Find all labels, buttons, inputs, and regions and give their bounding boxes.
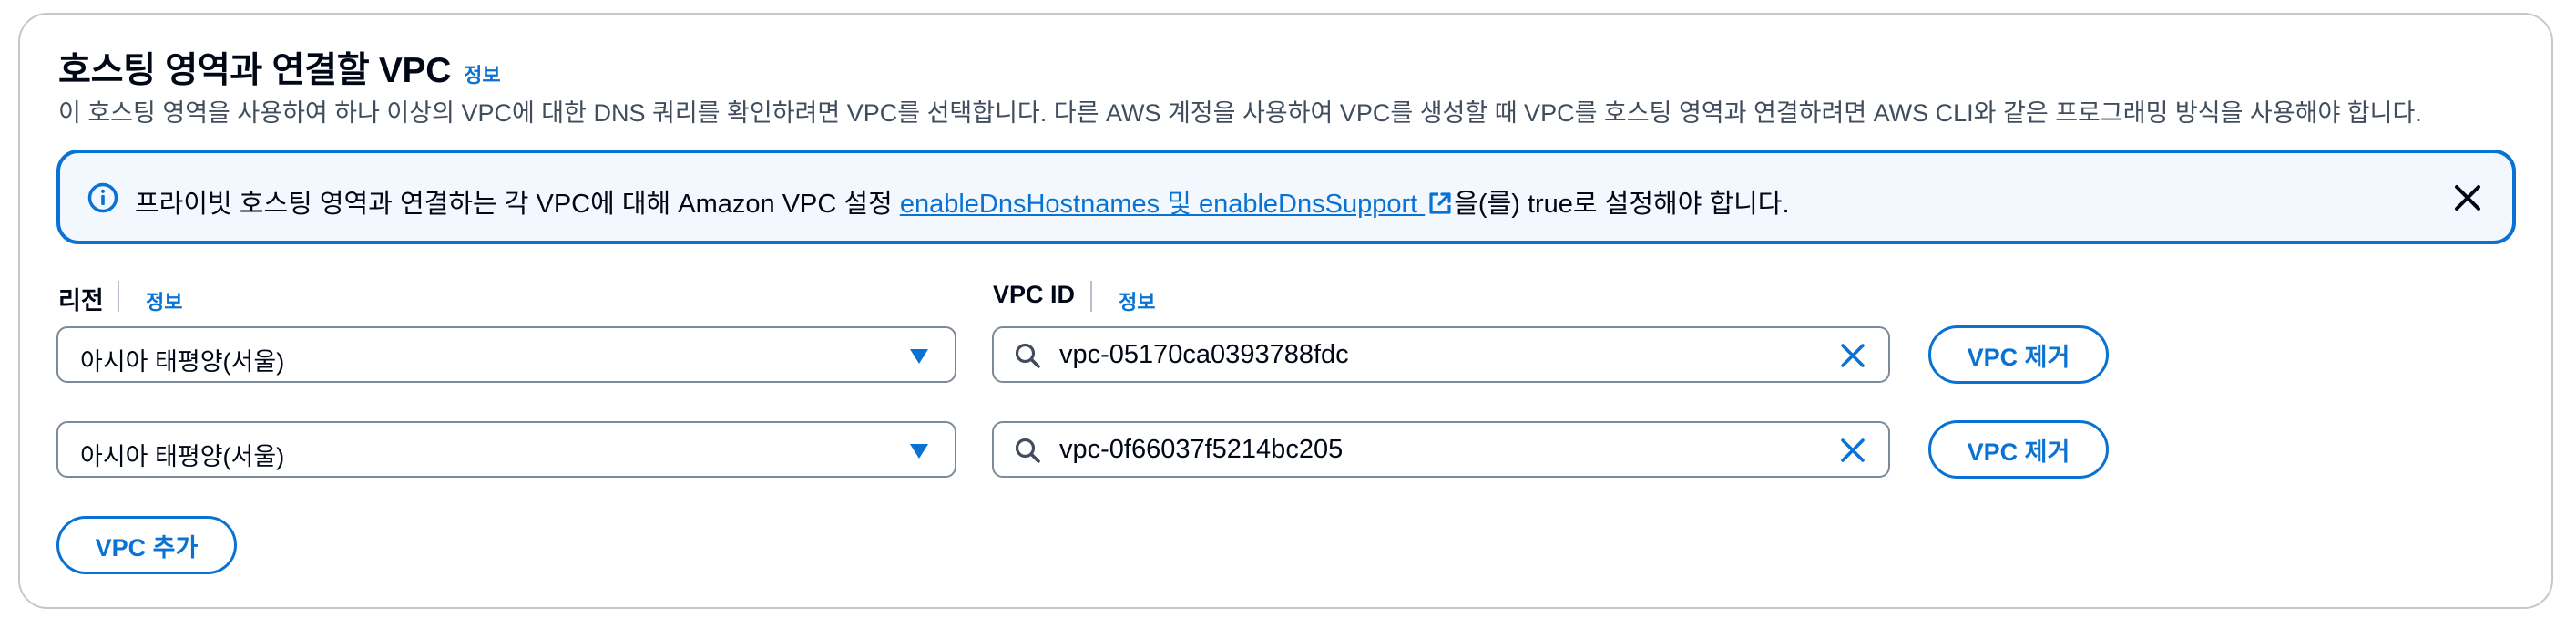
add-vpc-button[interactable]: VPC 추가 (56, 516, 237, 574)
label-divider (118, 281, 119, 312)
remove-vpc-button[interactable]: VPC 제거 (1928, 420, 2109, 479)
remove-vpc-button[interactable]: VPC 제거 (1928, 325, 2109, 384)
region-info-link[interactable]: 정보 (146, 286, 182, 315)
info-icon (87, 182, 118, 213)
search-icon (1015, 343, 1040, 368)
info-alert: 프라이빗 호스팅 영역과 연결하는 각 VPC에 대해 Amazon VPC 설… (56, 150, 2516, 244)
section-info-link[interactable]: 정보 (464, 59, 500, 88)
clear-icon[interactable] (1839, 437, 1866, 464)
region-select-value: 아시아 태평양(서울) (80, 443, 285, 470)
search-icon (1015, 438, 1040, 463)
close-icon[interactable] (2450, 180, 2485, 215)
vpc-id-search (992, 421, 1890, 478)
region-label: 리전 (58, 287, 104, 314)
caret-down-icon (910, 349, 928, 364)
section-description: 이 호스팅 영역을 사용하여 하나 이상의 VPC에 대한 DNS 쿼리를 확인… (58, 99, 2422, 127)
region-select[interactable]: 아시아 태평양(서울) (56, 326, 956, 383)
alert-message: 프라이빗 호스팅 영역과 연결하는 각 VPC에 대해 Amazon VPC 설… (135, 182, 1790, 221)
alert-text-after: 을(를) true로 설정해야 합니다. (1454, 190, 1790, 219)
section-header: 호스팅 영역과 연결할 VPC 정보 (58, 42, 501, 93)
region-select-value: 아시아 태평양(서울) (80, 348, 285, 376)
vpc-id-input[interactable] (1059, 335, 1770, 374)
vpc-id-label: VPC ID (993, 281, 1076, 308)
vpc-association-panel: 호스팅 영역과 연결할 VPC 정보 이 호스팅 영역을 사용하여 하나 이상의… (18, 13, 2553, 609)
clear-icon[interactable] (1839, 342, 1866, 369)
vpc-id-info-link[interactable]: 정보 (1119, 286, 1155, 315)
dns-settings-link[interactable]: enableDnsHostnames 및 enableDnsSupport (900, 190, 1425, 219)
label-divider (1090, 281, 1092, 312)
dns-settings-link-text: enableDnsHostnames 및 enableDnsSupport (899, 190, 1426, 219)
alert-text-before: 프라이빗 호스팅 영역과 연결하는 각 VPC에 대해 Amazon VPC 설… (135, 190, 900, 219)
caret-down-icon (910, 444, 928, 459)
vpc-id-search (992, 326, 1890, 383)
section-title: 호스팅 영역과 연결할 VPC (58, 51, 452, 90)
vpc-id-input[interactable] (1059, 430, 1770, 469)
external-link-icon (1429, 192, 1451, 214)
region-select[interactable]: 아시아 태평양(서울) (56, 421, 956, 478)
